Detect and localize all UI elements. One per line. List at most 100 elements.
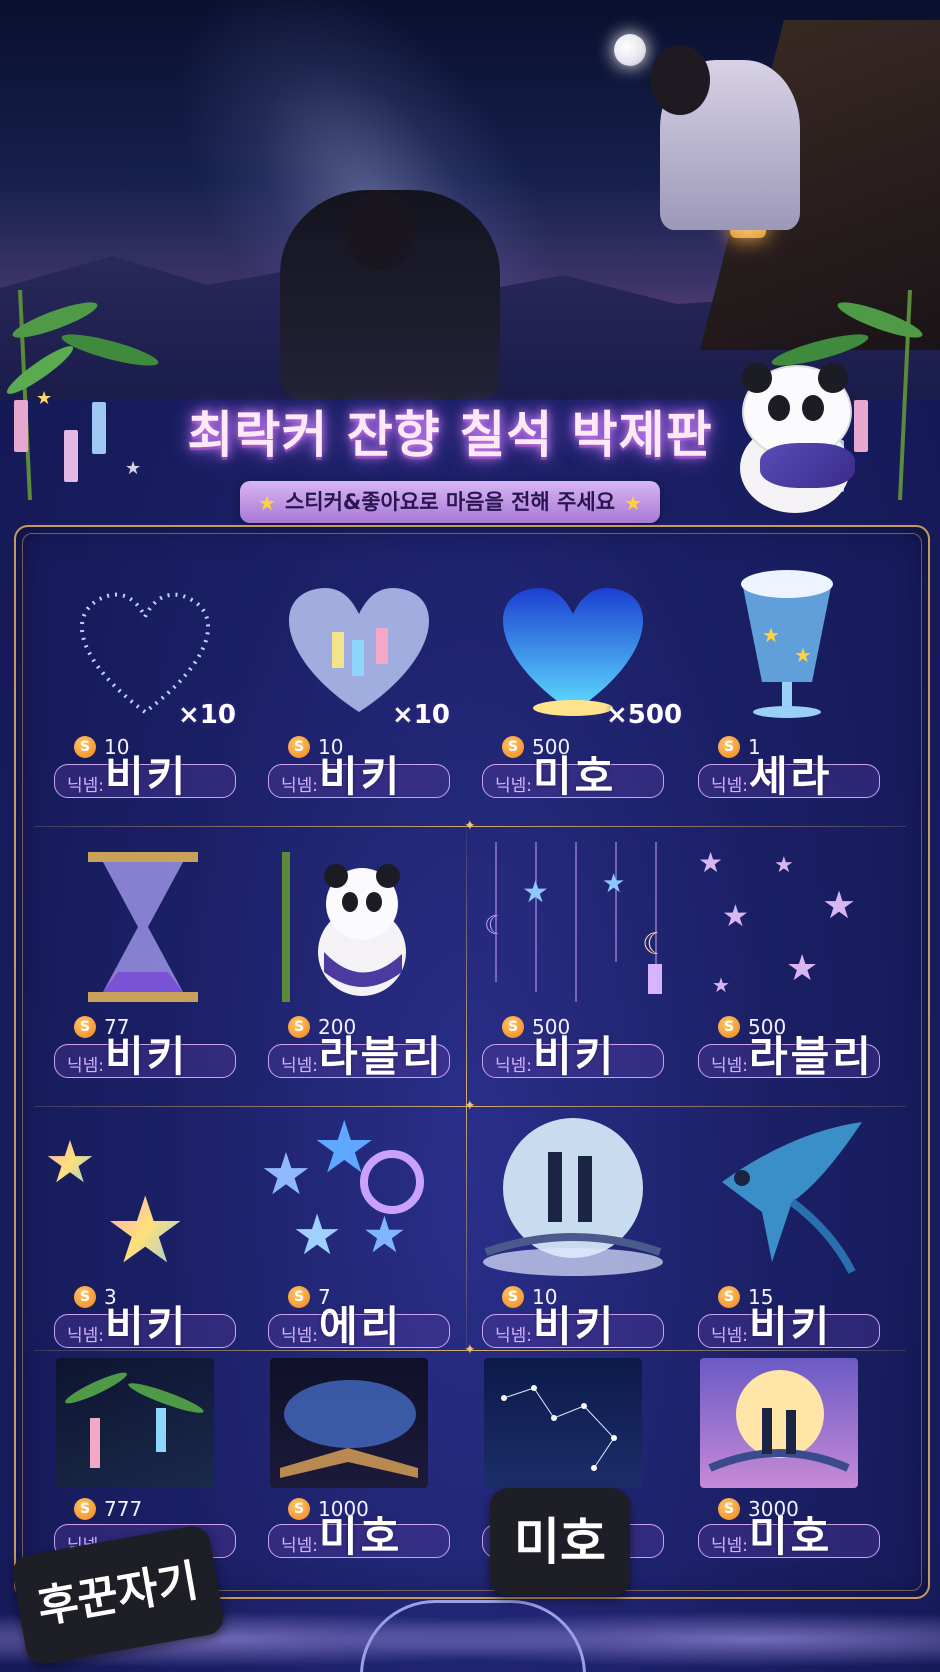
nickname-field[interactable]: 닉넴: 라블리 bbox=[698, 1035, 880, 1079]
nickname-label: 닉넴: bbox=[711, 1536, 749, 1556]
nickname-label: 닉넴: bbox=[495, 776, 533, 796]
sticker-card[interactable]: ★ ★ S 1 닉넴: 세라 bbox=[682, 562, 896, 802]
sticker-card[interactable]: S 77 닉넴: 비키 bbox=[38, 842, 252, 1082]
nickname-label: 닉넴: bbox=[67, 1326, 105, 1346]
sticker-card[interactable]: S 3000 닉넴: 미호 bbox=[682, 1358, 896, 1594]
coin-icon: S bbox=[718, 1498, 740, 1520]
nickname-field[interactable]: 닉넴: 에리 bbox=[268, 1305, 450, 1349]
nickname-label: 닉넴: bbox=[281, 776, 319, 796]
sticker-card[interactable]: ×10 S 10 닉넴: 비키 bbox=[252, 562, 466, 802]
panda-bamboo-icon bbox=[252, 842, 466, 1010]
nickname-field[interactable]: 닉넴: 비키 bbox=[54, 1305, 236, 1349]
hourglass-icon bbox=[38, 842, 252, 1010]
svg-text:★: ★ bbox=[104, 1177, 186, 1280]
multiplier-label: ×10 bbox=[178, 700, 236, 730]
nickname-field[interactable]: 닉넴: 비키 bbox=[54, 1035, 236, 1079]
moon-star-mobile-icon: ★ ★ ☾ ☾ bbox=[466, 842, 680, 1010]
sparkle-stars-icon: ★ ★ ★ ★ ★ ★ bbox=[682, 842, 896, 1010]
coin-icon: S bbox=[74, 1286, 96, 1308]
nickname-label: 닉넴: bbox=[711, 1326, 749, 1346]
svg-text:★: ★ bbox=[362, 1206, 407, 1264]
photo-bg bbox=[56, 1358, 214, 1488]
coin-icon: S bbox=[288, 1286, 310, 1308]
svg-text:★: ★ bbox=[260, 1140, 312, 1208]
nickname-field[interactable]: 닉넴: 비키 bbox=[698, 1305, 880, 1349]
nickname-value: 미호 bbox=[533, 752, 617, 801]
coin-icon: S bbox=[288, 1498, 310, 1520]
nickname-value: 비키 bbox=[533, 1032, 617, 1081]
photo-bg bbox=[700, 1358, 858, 1488]
nickname-field[interactable]: 닉넴: 미호 bbox=[482, 755, 664, 799]
nickname-value: 비키 bbox=[105, 1032, 189, 1081]
nickname-value: 비키 bbox=[749, 1302, 833, 1351]
sticker-card[interactable]: ★ ★ ★ ★ ★ ★ S 500 닉넴: 라블리 bbox=[682, 842, 896, 1082]
price-row: S 777 bbox=[74, 1496, 142, 1522]
nickname-field[interactable]: 닉넴: 비키 bbox=[54, 755, 236, 799]
star-balloons-icon: ★ ★ ★ ★ bbox=[252, 1105, 466, 1280]
nickname-value: 비키 bbox=[533, 1302, 617, 1351]
nickname-label: 닉넴: bbox=[495, 1056, 533, 1076]
nickname-value: 비키 bbox=[105, 752, 189, 801]
svg-text:★: ★ bbox=[602, 869, 625, 899]
price-value: 777 bbox=[104, 1497, 143, 1521]
nickname-field[interactable]: 닉넴: 비키 bbox=[482, 1305, 664, 1349]
man-head bbox=[345, 190, 415, 270]
nickname-label: 닉넴: bbox=[281, 1326, 319, 1346]
sticker-card[interactable]: ×500 S 500 닉넴: 미호 bbox=[466, 562, 683, 802]
nickname-value: 비키 bbox=[319, 752, 403, 801]
nickname-value: 에리 bbox=[319, 1302, 403, 1351]
coin-icon: S bbox=[502, 1016, 524, 1038]
nickname-label: 닉넴: bbox=[67, 776, 105, 796]
nickname-field[interactable]: 닉넴: 비키 bbox=[482, 1035, 664, 1079]
panda-ear bbox=[818, 363, 848, 393]
coin-icon: S bbox=[502, 1286, 524, 1308]
star-parfait-drink-icon: ★ ★ bbox=[682, 562, 896, 730]
title-banner: 최락커 잔향 칠석 박제판 ★ 스티커&좋아요로 마음을 전해 주세요 ★ bbox=[0, 363, 940, 525]
sticker-card[interactable]: ×10 S 10 닉넴: 비키 bbox=[38, 562, 252, 802]
svg-text:★: ★ bbox=[44, 1128, 96, 1196]
nickname-label: 닉넴: bbox=[281, 1536, 319, 1556]
coin-icon: S bbox=[718, 1286, 740, 1308]
multiplier-label: ×500 bbox=[606, 700, 683, 730]
svg-text:★: ★ bbox=[774, 853, 794, 878]
coin-icon: S bbox=[74, 736, 96, 758]
moon-lovers-bridge-icon bbox=[466, 1112, 680, 1280]
subtitle-text: 스티커&좋아요로 마음을 전해 주세요 bbox=[284, 490, 616, 514]
nickname-field[interactable]: 닉넴: 미호 bbox=[268, 1515, 450, 1559]
sticker-card[interactable]: S 15 닉넴: 비키 bbox=[682, 1112, 896, 1352]
panda-eye bbox=[802, 395, 824, 421]
nickname-value: 라블리 bbox=[319, 1032, 444, 1081]
woman-head bbox=[650, 45, 710, 115]
coin-icon: S bbox=[288, 1016, 310, 1038]
sticker-card[interactable]: ★ ★ ☾ ☾ S 500 닉넴: 비키 bbox=[466, 842, 680, 1082]
panda-eye bbox=[768, 395, 790, 421]
svg-text:★: ★ bbox=[762, 623, 780, 647]
rainbow-stars-icon: ★ ★ bbox=[38, 1112, 252, 1284]
row-divider: ✦ bbox=[34, 1098, 906, 1114]
coin-icon: S bbox=[74, 1498, 96, 1520]
page-title: 최락커 잔향 칠석 박제판 bbox=[187, 406, 713, 464]
tanabata-bamboo-photo-icon bbox=[38, 1358, 252, 1526]
svg-text:★: ★ bbox=[712, 973, 730, 997]
coin-icon: S bbox=[288, 736, 310, 758]
sticker-card[interactable]: S 1000 닉넴: 미호 bbox=[252, 1358, 466, 1594]
sticker-card[interactable]: ★ ★ ★ ★ S 7 닉넴: 에리 bbox=[252, 1105, 466, 1352]
subtitle-ribbon: ★ 스티커&좋아요로 마음을 전해 주세요 ★ bbox=[240, 481, 660, 523]
coin-icon: S bbox=[718, 736, 740, 758]
photo-bg bbox=[270, 1358, 428, 1488]
sticker-card[interactable]: S 10 닉넴: 비키 bbox=[466, 1112, 680, 1352]
multiplier-label: ×10 bbox=[392, 700, 450, 730]
svg-text:★: ★ bbox=[722, 899, 749, 934]
svg-text:★: ★ bbox=[292, 1203, 342, 1268]
nickname-value: 라블리 bbox=[749, 1032, 874, 1081]
nickname-field[interactable]: 닉넴: 비키 bbox=[268, 755, 450, 799]
svg-text:★: ★ bbox=[522, 875, 549, 910]
sticker-card[interactable]: ★ ★ S 3 닉넴: 비키 bbox=[38, 1112, 252, 1352]
sticker-card[interactable]: S 200 닉넴: 라블리 bbox=[252, 842, 466, 1082]
moon-icon bbox=[614, 34, 646, 66]
svg-text:★: ★ bbox=[794, 643, 812, 667]
nickname-field[interactable]: 닉넴: 세라 bbox=[698, 755, 880, 799]
nickname-field[interactable]: 닉넴: 미호 bbox=[698, 1515, 880, 1559]
magpie-bird-icon bbox=[682, 1112, 896, 1280]
nickname-field[interactable]: 닉넴: 라블리 bbox=[268, 1035, 450, 1079]
